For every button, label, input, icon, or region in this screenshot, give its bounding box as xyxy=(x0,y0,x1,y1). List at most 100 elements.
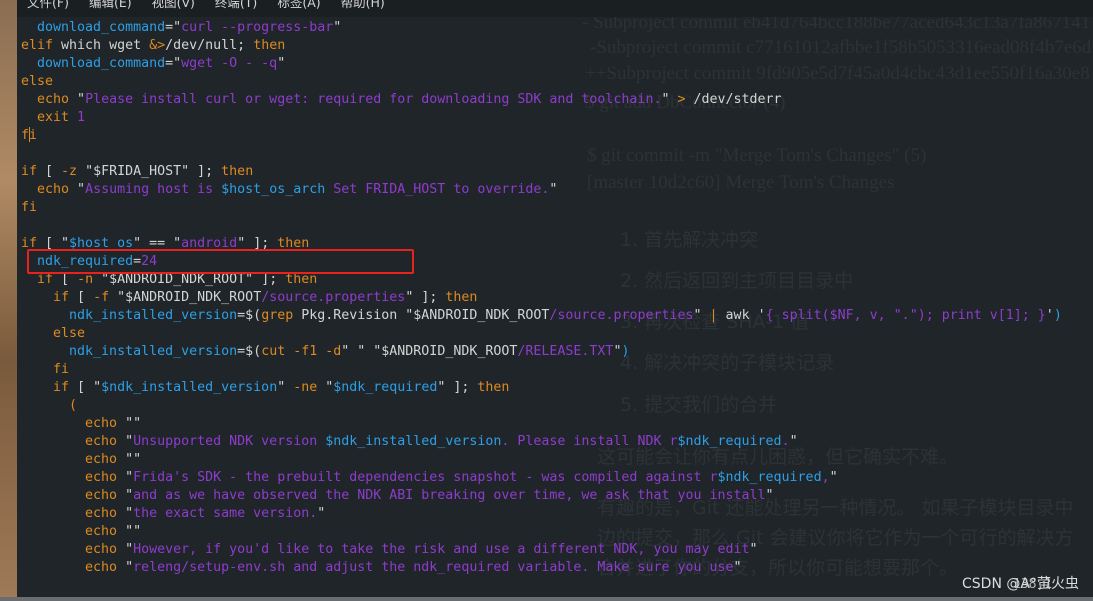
desktop-background xyxy=(0,0,17,601)
code-token: " xyxy=(661,92,678,107)
code-token: " xyxy=(317,380,334,395)
code-line: echo "" xyxy=(21,523,1062,541)
code-token: $host_os_arch xyxy=(221,182,326,197)
code-token: awk ' xyxy=(717,308,766,323)
code-token: $ndk_installed_version xyxy=(101,380,278,395)
code-token: "$ANDROID_NDK_ROOT xyxy=(109,290,262,305)
code-line: echo "Frida's SDK - the prebuilt depende… xyxy=(21,469,1062,487)
code-token: echo xyxy=(21,452,118,467)
code-line: ndk_installed_version=$(grep Pkg.Revisio… xyxy=(21,307,1062,325)
code-line: elif which wget &>/dev/null; then xyxy=(21,37,1062,55)
code-token: " xyxy=(117,506,134,521)
code-token: $ndk_installed_version xyxy=(325,434,502,449)
code-token: =" xyxy=(165,56,182,71)
menu-help[interactable]: 帮助(H) xyxy=(331,0,395,17)
code-token: echo xyxy=(21,560,118,575)
code-line: else xyxy=(21,73,1062,91)
code-token: ( xyxy=(21,398,78,413)
menu-tabs[interactable]: 标签(A) xyxy=(267,0,330,17)
code-token: " xyxy=(117,434,134,449)
menu-file[interactable]: 文件(F) xyxy=(17,0,79,17)
code-line: exit 1 xyxy=(21,109,1062,127)
code-token: f xyxy=(21,128,30,143)
code-token: then xyxy=(285,272,318,287)
code-editor[interactable]: download_command="curl --progress-bar" el… xyxy=(21,19,1062,577)
code-token: echo xyxy=(21,524,118,539)
code-token: -f xyxy=(93,290,110,305)
code-token: /source.properties xyxy=(261,290,406,305)
code-token: | xyxy=(709,308,718,323)
code-line: echo "the exact same version." xyxy=(21,505,1062,523)
code-token: curl --progress-bar xyxy=(181,20,334,35)
code-token: /dev/stderr xyxy=(685,92,782,107)
code-line: echo "" xyxy=(21,451,1062,469)
code-token: -z xyxy=(61,164,78,179)
code-token: and as we have observed the NDK ABI brea… xyxy=(133,488,766,503)
code-token: " xyxy=(749,542,758,557)
code-line: echo "Assuming host is $host_os_arch Set… xyxy=(21,181,1062,199)
code-token: { split($NF, v, "."); print v[1]; } xyxy=(765,308,1046,323)
code-line: fi xyxy=(21,199,1062,217)
code-token: cut -f1 -d xyxy=(261,344,342,359)
menu-terminal[interactable]: 终端(T) xyxy=(205,0,267,17)
code-token: " " "$ANDROID_NDK_ROOT xyxy=(341,344,518,359)
code-token: ) xyxy=(621,344,630,359)
code-line: if [ -z "$FRIDA_HOST" ]; then xyxy=(21,163,1062,181)
code-line: echo "releng/setup-env.sh and adjust the… xyxy=(21,559,1062,577)
menu-edit[interactable]: 编辑(E) xyxy=(79,0,142,17)
code-token: $ndk_required xyxy=(717,470,822,485)
code-token: " xyxy=(277,56,286,71)
code-token: i xyxy=(29,128,38,143)
code-token: -n xyxy=(77,272,94,287)
code-token: /RELEASE.TXT xyxy=(517,344,614,359)
code-token: download_command xyxy=(21,20,166,35)
code-token: -ne xyxy=(293,380,318,395)
terminal-window: - Subproject commit eb41d764bcc188be77ac… xyxy=(17,0,1093,597)
code-token: , xyxy=(821,470,830,485)
code-token: echo xyxy=(21,434,118,449)
code-line: ndk_installed_version=$(cut -f1 -d" " "$… xyxy=(21,343,1062,361)
code-line: download_command="wget -O - -q" xyxy=(21,55,1062,73)
code-token: exit xyxy=(21,110,70,125)
code-token: the exact same version. xyxy=(133,506,318,521)
code-token: " ]; xyxy=(405,290,446,305)
menu-view[interactable]: 视图(V) xyxy=(142,0,205,17)
code-token: echo xyxy=(21,92,70,107)
code-token: then xyxy=(477,380,510,395)
code-token: [ xyxy=(37,164,62,179)
code-token: " xyxy=(829,470,838,485)
code-token: " xyxy=(733,560,742,575)
code-token: echo xyxy=(21,182,70,197)
code-token: Set FRIDA_HOST to override. xyxy=(325,182,550,197)
code-token: if xyxy=(21,272,54,287)
code-token: /dev/null; xyxy=(165,38,254,53)
code-token: wget -O - -q xyxy=(181,56,278,71)
code-token: ndk_installed_version xyxy=(21,308,238,323)
code-token: Unsupported NDK version xyxy=(133,434,326,449)
code-token: " xyxy=(765,488,774,503)
code-token: ndk_installed_version xyxy=(21,344,238,359)
code-token: " xyxy=(117,560,134,575)
code-token: . Please install NDK r xyxy=(501,434,678,449)
code-token: echo xyxy=(21,542,118,557)
code-line: if [ -f "$ANDROID_NDK_ROOT/source.proper… xyxy=(21,289,1062,307)
code-token: " xyxy=(117,488,134,503)
code-token: Pkg.Revision "$ANDROID_NDK_ROOT xyxy=(293,308,550,323)
code-token: if xyxy=(21,290,70,305)
code-line: echo "Please install curl or wget: requi… xyxy=(21,91,1062,109)
code-token: " xyxy=(693,308,710,323)
code-line: echo "Unsupported NDK version $ndk_insta… xyxy=(21,433,1062,451)
code-token: ) xyxy=(1053,308,1062,323)
code-token: else xyxy=(21,326,86,341)
code-token: "" xyxy=(117,524,142,539)
code-token: "$ANDROID_NDK_ROOT" ]; xyxy=(93,272,286,287)
code-token: if xyxy=(21,380,70,395)
code-token: then xyxy=(221,164,254,179)
code-line: else xyxy=(21,325,1062,343)
code-token: download_command xyxy=(21,56,166,71)
code-token: " xyxy=(549,182,558,197)
code-token: grep xyxy=(261,308,294,323)
code-token: releng/setup-env.sh and adjust the ndk_r… xyxy=(133,560,734,575)
code-line: echo "" xyxy=(21,415,1062,433)
